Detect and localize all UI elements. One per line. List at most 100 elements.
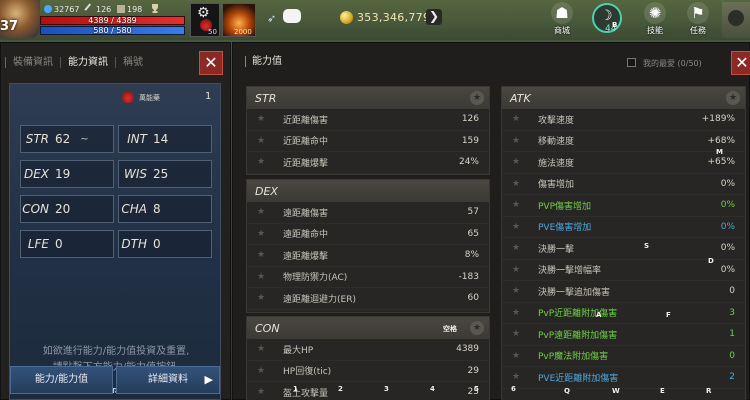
favorites-checkbox[interactable] <box>627 58 636 67</box>
shop-button[interactable]: ☗ 商城 <box>544 2 580 38</box>
stat-name: LFE <box>27 237 49 251</box>
row-value: 8% <box>464 250 479 261</box>
stat-box-dex[interactable]: DEX 19 <box>20 160 114 188</box>
quest-button[interactable]: ⚑ 任務 <box>680 2 716 38</box>
stat-chip-c: 198 <box>117 4 142 14</box>
slot2-count: 2000 <box>234 28 252 36</box>
stat-row[interactable]: ★ 最大HP 4389 <box>247 339 489 361</box>
row-name: PvP魔法附加傷害 <box>538 352 609 363</box>
row-name: 物理防禦力(AC) <box>283 273 348 284</box>
star-icon[interactable]: ★ <box>257 344 269 354</box>
tab-ability[interactable]: 能力資訊 <box>60 56 115 68</box>
star-icon[interactable]: ★ <box>512 179 524 189</box>
stat-box-int[interactable]: INT 14 <box>118 125 212 153</box>
feather-icon[interactable]: ➶ <box>267 12 281 25</box>
stat-value: 14 <box>153 132 169 146</box>
star-icon[interactable]: ★ <box>257 387 269 397</box>
stat-row[interactable]: ★ 物理防禦力(AC) -183 <box>247 267 489 288</box>
extra-menu-button[interactable] <box>722 2 750 38</box>
star-icon[interactable]: ★ <box>512 265 524 275</box>
stat-row[interactable]: ★ 近距離爆擊 24% <box>247 152 489 174</box>
star-icon[interactable]: ★ <box>512 136 524 146</box>
star-icon[interactable]: ★ <box>512 114 524 124</box>
detail-button[interactable]: 詳細資料 ▶ <box>116 366 220 394</box>
stat-row[interactable]: ★ 施法速度 +65% <box>502 152 745 174</box>
card-title: ATK <box>510 91 531 105</box>
star-icon[interactable]: ★ <box>512 329 524 339</box>
close-button[interactable]: ✕ <box>731 51 750 75</box>
row-name: PVP傷害增加 <box>538 201 592 212</box>
favorite-star-icon[interactable]: ★ <box>470 91 484 105</box>
row-name: 遠距離迴避力(ER) <box>283 294 356 305</box>
star-icon[interactable]: ★ <box>512 372 524 382</box>
sword-icon <box>84 3 96 15</box>
key-hint-b: B <box>612 21 618 29</box>
favorite-star-icon[interactable]: ★ <box>470 321 484 335</box>
stat-box-dth[interactable]: DTH 0 <box>118 230 212 258</box>
stat-row[interactable]: ★ 攻擊速度 +189% <box>502 109 745 131</box>
star-icon[interactable]: ★ <box>257 157 269 167</box>
stat-row[interactable]: ★ 遠距離命中 65 <box>247 224 489 245</box>
stat-row[interactable]: ★ 盔土攻撃量 2 5 <box>247 382 489 400</box>
chat-icon[interactable] <box>283 9 301 23</box>
star-icon[interactable]: ★ <box>257 366 269 376</box>
row-value: 65 <box>467 228 479 239</box>
card-dex: DEX ★ 遠距離傷害 57 ★ 遠距離命中 65 ★ 遠距離爆擊 8% ★ 物… <box>246 179 490 313</box>
elixir-icon <box>122 91 134 103</box>
stat-row[interactable]: ★ PVP傷害增加 0% <box>502 195 745 217</box>
stat-row[interactable]: ★ HP回復(tic) 29 <box>247 361 489 382</box>
key-hint-f: F <box>666 311 671 319</box>
ability-info-content: 萬能藥 1 STR 62 ~ INT 14 DEX 19 WIS 25 CON … <box>9 83 221 400</box>
star-icon[interactable]: ★ <box>257 136 269 146</box>
stat-value: 20 <box>55 202 71 216</box>
star-icon[interactable]: ★ <box>257 229 269 239</box>
ability-stat-button[interactable]: 能力/能力值 <box>10 366 113 394</box>
stat-box-lfe[interactable]: LFE 0 <box>20 230 114 258</box>
star-icon[interactable]: ★ <box>257 250 269 260</box>
stat-box-con[interactable]: CON 20 <box>20 195 114 223</box>
tab-equipment[interactable]: 裝備資訊 <box>5 56 60 68</box>
stat-box-wis[interactable]: WIS 25 <box>118 160 212 188</box>
row-name: 盔土攻撃量 <box>283 388 329 399</box>
stat-row[interactable]: ★ 遠距離傷害 57 <box>247 202 489 224</box>
close-button[interactable]: ✕ <box>199 51 223 75</box>
stat-row[interactable]: ★ 決勝一擊追加傷害 0 <box>502 281 745 303</box>
star-icon[interactable]: ★ <box>512 351 524 361</box>
star-icon[interactable]: ★ <box>512 308 524 318</box>
stat-row[interactable]: ★ 遠距離迴避力(ER) 60 <box>247 288 489 310</box>
slot1-count: 50 <box>208 28 217 36</box>
card-header: CON 空格 ★ <box>247 317 489 339</box>
stat-row[interactable]: ★ 近距離命中 159 <box>247 131 489 152</box>
favorite-star-icon[interactable]: ★ <box>726 91 740 105</box>
star-icon[interactable]: ★ <box>512 157 524 167</box>
star-icon[interactable]: ★ <box>257 114 269 124</box>
star-icon[interactable]: ★ <box>257 207 269 217</box>
stat-row[interactable]: ★ PvP魔法附加傷害 0 <box>502 346 745 367</box>
star-icon[interactable]: ★ <box>512 200 524 210</box>
stat-row[interactable]: ★ 移動速度 +68% <box>502 131 745 152</box>
mp-bar: 580 / 580 <box>40 26 185 35</box>
star-icon[interactable]: ★ <box>257 293 269 303</box>
stat-name: CHA <box>121 202 147 216</box>
star-icon[interactable]: ★ <box>257 272 269 282</box>
stat-row[interactable]: ★ PvP遠距離附加傷害 1 <box>502 324 745 346</box>
key-hint-e: E <box>660 387 665 395</box>
card-header: ATK ★ <box>502 87 745 109</box>
tab-title[interactable]: 稱號 <box>115 56 150 68</box>
skill-button[interactable]: ✺ 技能 <box>637 2 673 38</box>
star-icon[interactable]: ★ <box>512 286 524 296</box>
star-icon[interactable]: ★ <box>512 222 524 232</box>
stat-row[interactable]: ★ PVE傷害增加 0% <box>502 217 745 238</box>
stat-row[interactable]: ★ 傷害增加 0% <box>502 174 745 195</box>
row-name: 決勝一擊增幅率 <box>538 266 602 277</box>
stat-box-str[interactable]: STR 62 ~ <box>20 125 114 153</box>
stat-box-cha[interactable]: CHA 8 <box>118 195 212 223</box>
stat-row[interactable]: ★ 遠距離爆擊 8% <box>247 245 489 267</box>
stat-name: DEX <box>23 167 49 181</box>
star-icon[interactable]: ★ <box>512 243 524 253</box>
card-title: DEX <box>255 184 278 198</box>
stat-row[interactable]: ★ PvP近距離附加傷害 3 <box>502 303 745 324</box>
stat-row[interactable]: ★ PVE近距離附加傷害 2 <box>502 367 745 389</box>
stat-row[interactable]: ★ 近距離傷害 126 <box>247 109 489 131</box>
gold-expand-button[interactable]: ❯ <box>426 9 442 25</box>
